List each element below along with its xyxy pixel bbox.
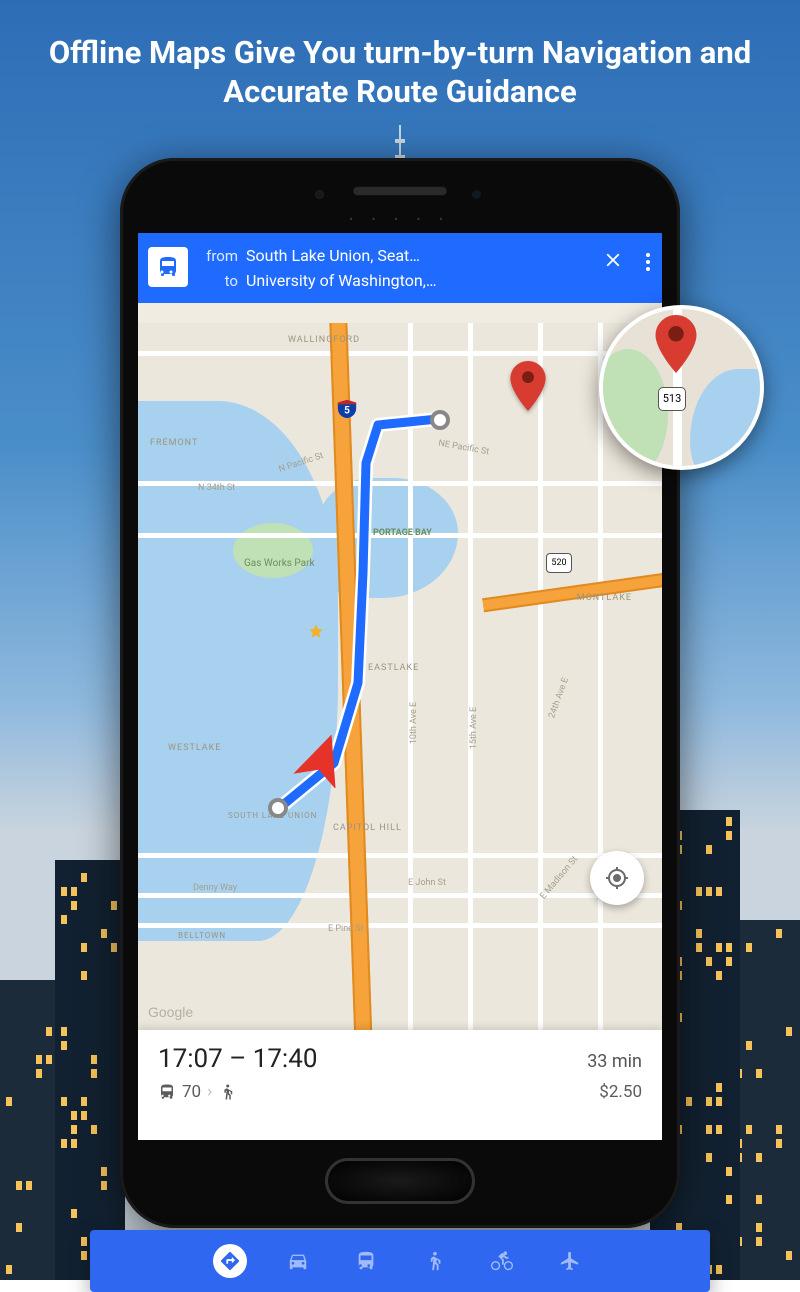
- park-label: Gas Works Park: [244, 558, 315, 569]
- phone-frame: • • • • • from South Lake Union, Seat… t…: [120, 158, 680, 1228]
- nh-westlake: WESTLAKE: [168, 743, 221, 753]
- transit-mode-chip[interactable]: [148, 247, 188, 287]
- nh-belltown: BELLTOWN: [178, 931, 226, 940]
- my-location-button[interactable]: [590, 851, 644, 905]
- mode-transit[interactable]: [349, 1244, 383, 1278]
- st-ejohn: E John St: [408, 878, 446, 888]
- zoom-route-shield: 513: [658, 387, 686, 411]
- route-dest-marker: [430, 410, 450, 430]
- nh-wallingford: WALLINGFORD: [288, 335, 360, 345]
- bus-route-number: 70: [182, 1082, 201, 1102]
- mode-walk[interactable]: [417, 1244, 451, 1278]
- nh-portage: PORTAGE BAY: [373, 528, 432, 538]
- close-icon[interactable]: [602, 249, 624, 275]
- zoom-pin-icon: [655, 315, 697, 377]
- svg-text:5: 5: [344, 406, 350, 417]
- route-520-shield: 520: [546, 553, 572, 573]
- trip-steps: 70 ›: [158, 1082, 236, 1102]
- app-screen: from South Lake Union, Seat… to Universi…: [138, 233, 662, 1140]
- nh-eastlake: EASTLAKE: [368, 663, 419, 673]
- bus-icon: [158, 1083, 176, 1101]
- star-icon: [308, 623, 324, 639]
- trip-time-range: 17:07 – 17:40: [158, 1044, 317, 1074]
- travel-mode-bar: [90, 1230, 710, 1292]
- trip-duration: 33 min: [587, 1051, 642, 1072]
- directions-header: from South Lake Union, Seat… to Universi…: [138, 233, 662, 303]
- st-10th: 10th Ave E: [409, 702, 419, 744]
- mode-directions[interactable]: [213, 1244, 247, 1278]
- st-n34: N 34th St: [198, 483, 235, 493]
- trip-summary-card[interactable]: 17:07 – 17:40 33 min 70 › $2.50: [138, 1030, 662, 1140]
- to-field[interactable]: to University of Washington,…: [198, 268, 592, 293]
- from-field[interactable]: from South Lake Union, Seat…: [198, 243, 592, 268]
- nh-capitol: CAPITOL HILL: [333, 823, 402, 833]
- nh-fremont: FREMONT: [150, 438, 198, 448]
- from-label: from: [198, 247, 238, 265]
- walk-icon: [218, 1083, 236, 1101]
- mode-fly[interactable]: [553, 1244, 587, 1278]
- map-attribution: Google: [148, 1004, 193, 1020]
- map-zoom-inset: 513: [599, 305, 764, 470]
- st-denny: Denny Way: [193, 883, 237, 893]
- mode-drive[interactable]: [281, 1244, 315, 1278]
- route-origin-marker: [268, 798, 288, 818]
- nh-montlake: MONTLAKE: [577, 593, 632, 603]
- mode-bike[interactable]: [485, 1244, 519, 1278]
- promo-headline: Offline Maps Give You turn-by-turn Navig…: [40, 34, 760, 112]
- navigation-arrow-icon: [293, 728, 353, 788]
- home-button[interactable]: [325, 1158, 475, 1204]
- from-value: South Lake Union, Seat…: [246, 246, 420, 265]
- to-label: to: [198, 272, 238, 290]
- to-value: University of Washington,…: [246, 271, 437, 290]
- interstate-shield: 5: [336, 398, 358, 420]
- trip-fare: $2.50: [599, 1082, 642, 1102]
- map-canvas[interactable]: Gas Works Park 5 520 513 WALLINGFORD: [138, 323, 662, 1030]
- st-epine: E Pine St: [328, 924, 363, 934]
- overflow-menu-icon[interactable]: [646, 253, 650, 271]
- destination-pin-icon: [510, 361, 546, 415]
- st-15th: 15th Ave E: [469, 707, 479, 749]
